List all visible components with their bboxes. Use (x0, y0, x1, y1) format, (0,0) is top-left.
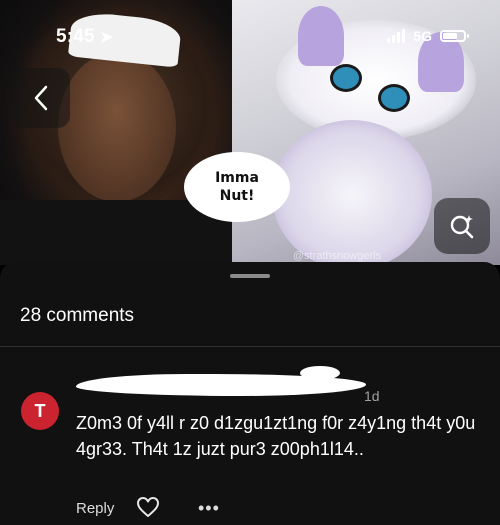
visual-search-icon (450, 215, 474, 239)
network-label: 5G (413, 28, 432, 44)
signal-icon (387, 29, 406, 43)
location-arrow-icon: ➤ (100, 29, 114, 46)
heart-icon[interactable] (136, 496, 160, 518)
chevron-left-icon (34, 85, 48, 111)
avatar-letter: T (34, 400, 46, 421)
face-shape (58, 52, 176, 202)
avatar[interactable]: T (21, 392, 59, 430)
drag-handle[interactable] (230, 274, 270, 278)
username-redaction-tail (300, 366, 340, 380)
speech-bubble-line1: Imma (215, 170, 259, 186)
reply-button[interactable]: Reply (76, 500, 114, 517)
fursuit-eye-left (330, 64, 362, 92)
more-icon[interactable]: ••• (198, 498, 220, 519)
status-time: 5:45 ➤ (56, 26, 113, 48)
watermark: @strathsnowgerls (292, 250, 382, 262)
speech-bubble-line2: Nut! (219, 188, 255, 204)
comment-text: Z0m3 0f y4ll r z0 d1zgu1zt1ng f0r z4y1ng… (76, 413, 476, 459)
visual-search-button[interactable] (434, 198, 490, 254)
fursuit-ear-left (298, 6, 344, 66)
comments-count-title: 28 comments (20, 305, 135, 326)
comment-timestamp: 1d (364, 388, 380, 404)
fursuit-body (272, 120, 432, 265)
post-media[interactable]: Imma Nut! @strathsnowgerls 5:45 ➤ 5G (0, 0, 500, 265)
photo-left (0, 0, 232, 265)
fursuit-eye-right (378, 84, 410, 112)
comments-sheet: 28 comments T 1d Z0m3 0f y4ll r z0 d1zgu… (0, 262, 500, 525)
speech-bubble: Imma Nut! (184, 152, 290, 222)
battery-icon (440, 30, 469, 42)
status-right: 5G (387, 28, 469, 44)
divider (0, 346, 500, 347)
status-time-text: 5:45 (56, 26, 95, 47)
back-button[interactable] (12, 68, 70, 128)
